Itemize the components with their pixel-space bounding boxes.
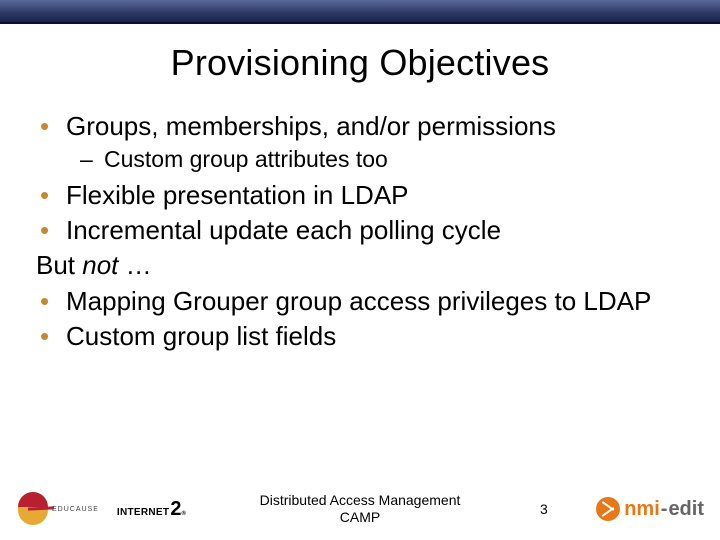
but-not-line: But not …	[36, 249, 684, 282]
internet2-num: 2	[170, 501, 181, 517]
footer: EDUCAUSE INTERNET2® Distributed Access M…	[0, 478, 720, 540]
internet2-word: INTERNET	[117, 507, 169, 518]
slide-content: Groups, memberships, and/or permissions …	[0, 110, 720, 353]
bullet-list: Groups, memberships, and/or permissions …	[36, 110, 684, 247]
footer-line2: CAMP	[260, 509, 461, 526]
bullet-item: Mapping Grouper group access privileges …	[36, 285, 684, 318]
nmi-edit-logo: nmi-edit	[596, 497, 704, 521]
educause-text: EDUCAUSE	[52, 506, 99, 513]
bullet-text: Groups, memberships, and/or permissions	[66, 111, 556, 141]
bullet-item: Incremental update each polling cycle	[36, 214, 684, 247]
bullet-text: Incremental update each polling cycle	[66, 215, 501, 245]
bullet-text: Mapping Grouper group access privileges …	[66, 286, 651, 316]
internet2-registered: ®	[181, 511, 185, 517]
nmi-text-b: edit	[668, 498, 704, 521]
bullet-text: Flexible presentation in LDAP	[66, 180, 409, 210]
educause-e-icon	[16, 492, 50, 526]
bullet-list: Mapping Grouper group access privileges …	[36, 285, 684, 354]
nmi-text-a: nmi	[624, 498, 660, 521]
bullet-item: Groups, memberships, and/or permissions …	[36, 110, 684, 175]
but-prefix: But	[36, 250, 82, 280]
but-ellipsis: …	[118, 250, 151, 280]
nmi-text: nmi-edit	[624, 498, 704, 521]
footer-logos-right: nmi-edit	[596, 497, 704, 521]
footer-center: Distributed Access Management CAMP	[260, 492, 461, 526]
bullet-text: Custom group list fields	[66, 321, 336, 351]
sub-bullet-text: Custom group attributes too	[104, 146, 388, 172]
nmi-text-dash: -	[661, 498, 668, 521]
footer-logos-left: EDUCAUSE INTERNET2®	[16, 492, 186, 526]
but-not-word: not	[82, 250, 118, 280]
educause-logo: EDUCAUSE	[16, 492, 99, 526]
page-number: 3	[540, 501, 548, 517]
slide: Provisioning Objectives Groups, membersh…	[0, 0, 720, 540]
bullet-item: Custom group list fields	[36, 320, 684, 353]
footer-line1: Distributed Access Management	[260, 492, 461, 509]
sub-bullet-list: Custom group attributes too	[66, 145, 684, 174]
bullet-item: Flexible presentation in LDAP	[36, 179, 684, 212]
sub-bullet-item: Custom group attributes too	[80, 145, 684, 174]
nmi-circle-icon	[596, 497, 620, 521]
internet2-logo: INTERNET2®	[117, 501, 186, 518]
slide-title: Provisioning Objectives	[0, 42, 720, 84]
top-accent-bar	[0, 0, 720, 24]
